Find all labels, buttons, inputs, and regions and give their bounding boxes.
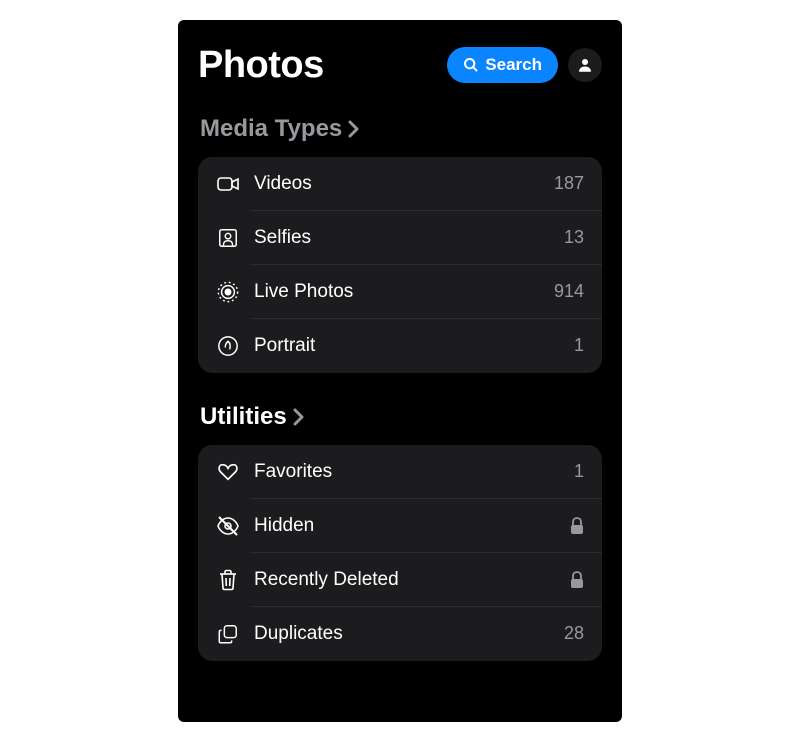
item-label: Hidden [254,515,570,537]
list-item-favorites[interactable]: Favorites 1 [198,445,602,499]
item-count: 1 [574,461,584,482]
photos-app-screen: Photos Search [178,20,622,722]
item-label: Live Photos [254,281,554,303]
eye-slash-icon [216,514,240,538]
search-icon [463,57,479,73]
selfie-icon [216,226,240,250]
trash-icon [216,568,240,592]
portrait-icon [216,334,240,358]
duplicate-icon [216,622,240,646]
item-label: Favorites [254,461,574,483]
video-icon [216,172,240,196]
heart-icon [216,460,240,484]
profile-button[interactable] [568,48,602,82]
lock-icon [570,517,584,535]
live-photo-icon [216,280,240,304]
item-label: Duplicates [254,623,564,645]
item-label: Portrait [254,335,574,357]
section-title: Utilities [200,403,287,431]
list-item-portrait[interactable]: Portrait 1 [198,319,602,373]
item-count: 914 [554,281,584,302]
item-count: 13 [564,227,584,248]
list-item-videos[interactable]: Videos 187 [198,157,602,211]
utilities-section: Utilities Favorites 1 [198,403,602,661]
list-item-live-photos[interactable]: Live Photos 914 [198,265,602,319]
item-count: 28 [564,623,584,644]
media-types-header[interactable]: Media Types [198,115,602,143]
chevron-right-icon [293,408,305,426]
list-item-selfies[interactable]: Selfies 13 [198,211,602,265]
media-types-list: Videos 187 Selfies 13 [198,157,602,373]
lock-icon [570,571,584,589]
chevron-right-icon [348,120,360,138]
utilities-list: Favorites 1 Hidden [198,445,602,661]
list-item-duplicates[interactable]: Duplicates 28 [198,607,602,661]
page-title: Photos [198,44,324,87]
item-count: 1 [574,335,584,356]
search-button-label: Search [485,55,542,75]
utilities-header[interactable]: Utilities [198,403,602,431]
search-button[interactable]: Search [447,47,558,83]
section-title: Media Types [200,115,342,143]
item-count: 187 [554,173,584,194]
media-types-section: Media Types Videos 187 [198,115,602,373]
list-item-recently-deleted[interactable]: Recently Deleted [198,553,602,607]
list-item-hidden[interactable]: Hidden [198,499,602,553]
person-icon [576,56,594,74]
item-label: Videos [254,173,554,195]
item-label: Selfies [254,227,564,249]
header: Photos Search [198,44,602,87]
item-label: Recently Deleted [254,569,570,591]
header-actions: Search [447,47,602,83]
